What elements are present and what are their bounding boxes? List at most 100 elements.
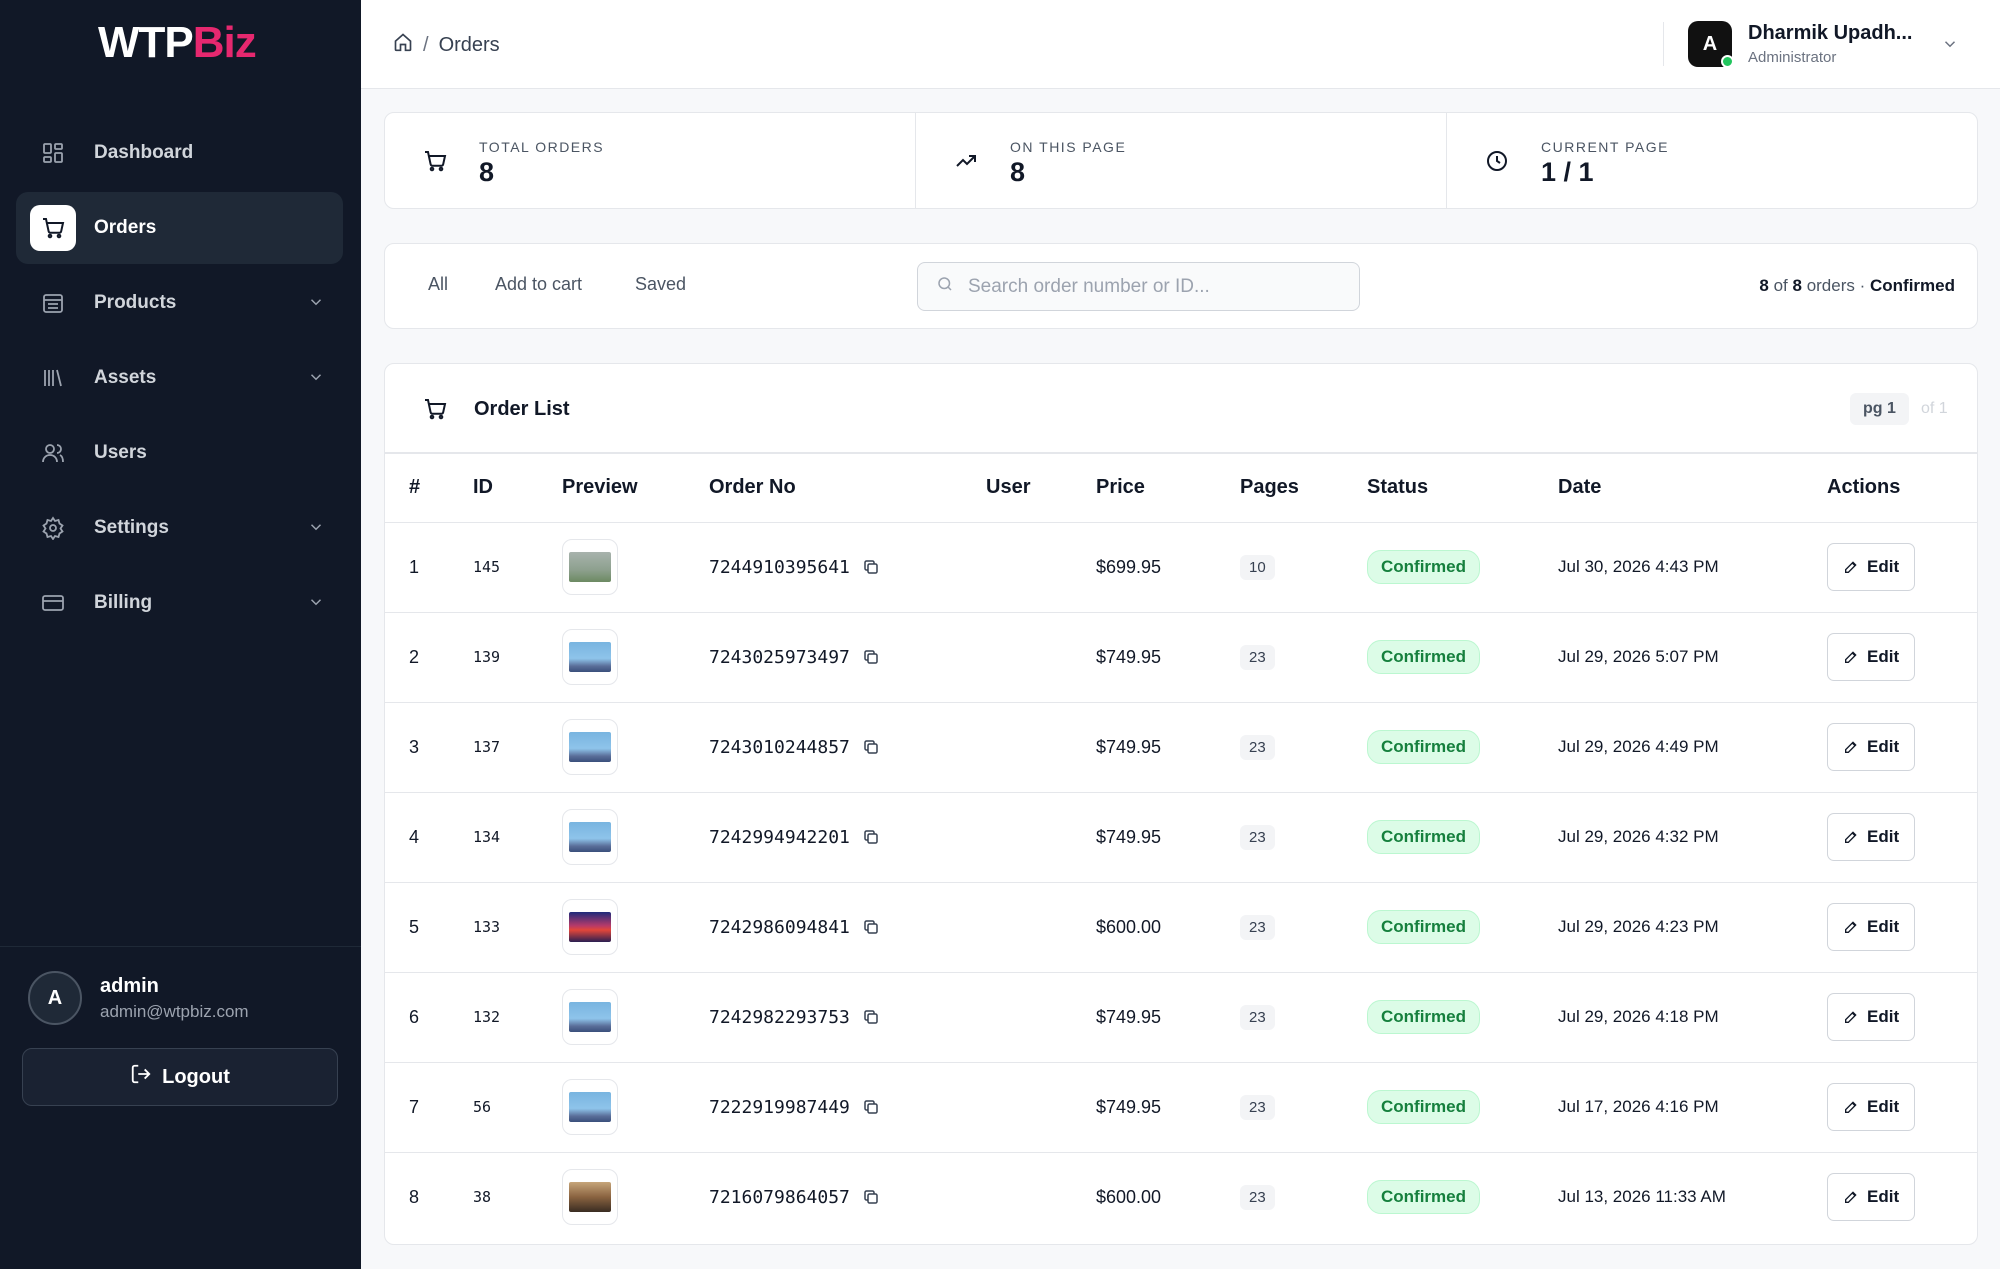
- status-cell: Confirmed: [1367, 702, 1558, 793]
- copy-icon[interactable]: [862, 738, 880, 756]
- sidebar-item-billing[interactable]: Billing: [16, 567, 343, 639]
- copy-icon[interactable]: [862, 828, 880, 846]
- edit-button[interactable]: Edit: [1827, 903, 1916, 951]
- order-id: 133: [473, 882, 562, 973]
- copy-icon[interactable]: [862, 1188, 880, 1206]
- actions-cell: Edit: [1827, 1062, 1977, 1153]
- sidebar-item-products[interactable]: Products: [16, 267, 343, 339]
- row-number: 6: [385, 972, 473, 1063]
- order-id: 134: [473, 792, 562, 883]
- pages-cell: 23: [1240, 972, 1367, 1063]
- edit-button[interactable]: Edit: [1827, 1173, 1916, 1222]
- tab-add-to-cart[interactable]: Add to cart: [495, 274, 582, 295]
- stat-value: 8: [479, 157, 495, 187]
- table-row: 6 132 7242982293753 $749.95 23 Confirmed Jul 2…: [385, 972, 1977, 1063]
- pencil-icon: [1843, 1099, 1867, 1115]
- table-row: 4 134 7242994942201 $749.95 23 Confirmed Jul 2…: [385, 792, 1977, 883]
- preview-thumbnail[interactable]: [562, 629, 618, 685]
- tab-all[interactable]: All: [428, 274, 448, 295]
- edit-button[interactable]: Edit: [1827, 993, 1916, 1041]
- trend-up-icon: [954, 149, 978, 178]
- row-number: 5: [385, 882, 473, 973]
- sidebar-item-label: Users: [94, 442, 147, 463]
- preview-thumbnail[interactable]: [562, 899, 618, 955]
- sidebar-item-label: Billing: [94, 592, 153, 613]
- sidebar-item-assets[interactable]: Assets: [16, 342, 343, 414]
- user-menu[interactable]: A Dharmik Upadh... Administrator: [1688, 21, 1956, 68]
- stat-on-this-page: ON THIS PAGE 8: [916, 113, 1447, 208]
- copy-icon[interactable]: [862, 558, 880, 576]
- preview-thumbnail[interactable]: [562, 1169, 618, 1226]
- order-number: 7244910395641: [709, 556, 850, 578]
- edit-label: Edit: [1867, 647, 1900, 666]
- user-role: Administrator: [1748, 49, 1837, 66]
- preview-cell: [562, 882, 709, 973]
- preview-thumbnail[interactable]: [562, 719, 618, 775]
- order-no-cell: 7216079864057: [709, 1152, 986, 1242]
- edit-button[interactable]: Edit: [1827, 1083, 1916, 1131]
- sidebar-item-settings[interactable]: Settings: [16, 492, 343, 564]
- order-date: Jul 29, 2026 4:23 PM: [1558, 882, 1827, 973]
- user-name: Dharmik Upadh...: [1748, 22, 1913, 44]
- count-of: of: [1768, 276, 1793, 295]
- actions-cell: Edit: [1827, 522, 1977, 613]
- sidebar-item-users[interactable]: Users: [16, 417, 343, 489]
- edit-button[interactable]: Edit: [1827, 633, 1916, 681]
- sidebar-item-orders[interactable]: Orders: [16, 192, 343, 264]
- status-badge: Confirmed: [1367, 820, 1480, 854]
- preview-thumbnail[interactable]: [562, 989, 618, 1045]
- order-number: 7243025973497: [709, 646, 850, 668]
- sidebar-item-label: Settings: [94, 517, 169, 538]
- edit-button[interactable]: Edit: [1827, 813, 1916, 861]
- box-icon: [30, 280, 76, 326]
- preview-thumbnail[interactable]: [562, 539, 618, 595]
- row-number: 8: [409, 1186, 420, 1207]
- page-of: of 1: [1921, 400, 1948, 417]
- card-icon: [30, 580, 76, 626]
- preview-image: [569, 822, 611, 852]
- copy-icon[interactable]: [862, 1008, 880, 1026]
- status-badge: Confirmed: [1367, 910, 1480, 944]
- order-number: 7243010244857: [709, 736, 850, 758]
- status-badge: Confirmed: [1367, 1180, 1480, 1215]
- status-badge: Confirmed: [1367, 1090, 1480, 1124]
- sidebar-item-dashboard[interactable]: Dashboard: [16, 117, 343, 189]
- stat-label: CURRENT PAGE: [1541, 139, 1669, 155]
- logout-icon: [130, 1063, 162, 1091]
- table-header-row: # ID Preview Order No User Price Pages S…: [385, 454, 1977, 523]
- order-user: [986, 882, 1096, 973]
- row-number: 1: [385, 522, 473, 613]
- preview-image: [569, 1092, 611, 1122]
- order-no-cell: 7244910395641: [709, 522, 986, 613]
- home-icon[interactable]: [393, 32, 413, 58]
- brand-logo[interactable]: WTPBiz: [98, 18, 257, 68]
- logout-button[interactable]: Logout: [22, 1048, 338, 1106]
- tab-saved[interactable]: Saved: [635, 274, 686, 295]
- preview-cell: [562, 522, 709, 613]
- copy-icon[interactable]: [862, 648, 880, 666]
- preview-cell: [562, 792, 709, 883]
- pages-cell: 23: [1240, 882, 1367, 973]
- pencil-icon: [1843, 1009, 1867, 1025]
- column-header: #: [385, 454, 473, 523]
- order-list-title: Order List: [474, 398, 570, 420]
- order-price: $699.95: [1096, 522, 1240, 613]
- pencil-icon: [1843, 829, 1867, 845]
- order-number: 7242994942201: [709, 826, 850, 848]
- order-id: 38: [473, 1188, 492, 1207]
- clock-icon: [1485, 149, 1509, 178]
- order-price: $749.95: [1096, 612, 1240, 703]
- chevron-down-icon: [1941, 35, 1959, 58]
- copy-icon[interactable]: [862, 1098, 880, 1116]
- copy-icon[interactable]: [862, 918, 880, 936]
- actions-cell: Edit: [1827, 702, 1977, 793]
- pages-badge: 23: [1240, 1184, 1275, 1210]
- edit-button[interactable]: Edit: [1827, 723, 1916, 771]
- order-price: $600.00: [1096, 1186, 1162, 1207]
- edit-button[interactable]: Edit: [1827, 543, 1916, 591]
- table-row: 1 145 7244910395641 $699.95 10 Confirmed Jul 3…: [385, 522, 1977, 613]
- order-date: Jul 29, 2026 4:32 PM: [1558, 792, 1827, 883]
- preview-thumbnail[interactable]: [562, 1079, 618, 1135]
- search-input[interactable]: [968, 275, 1348, 298]
- preview-thumbnail[interactable]: [562, 809, 618, 865]
